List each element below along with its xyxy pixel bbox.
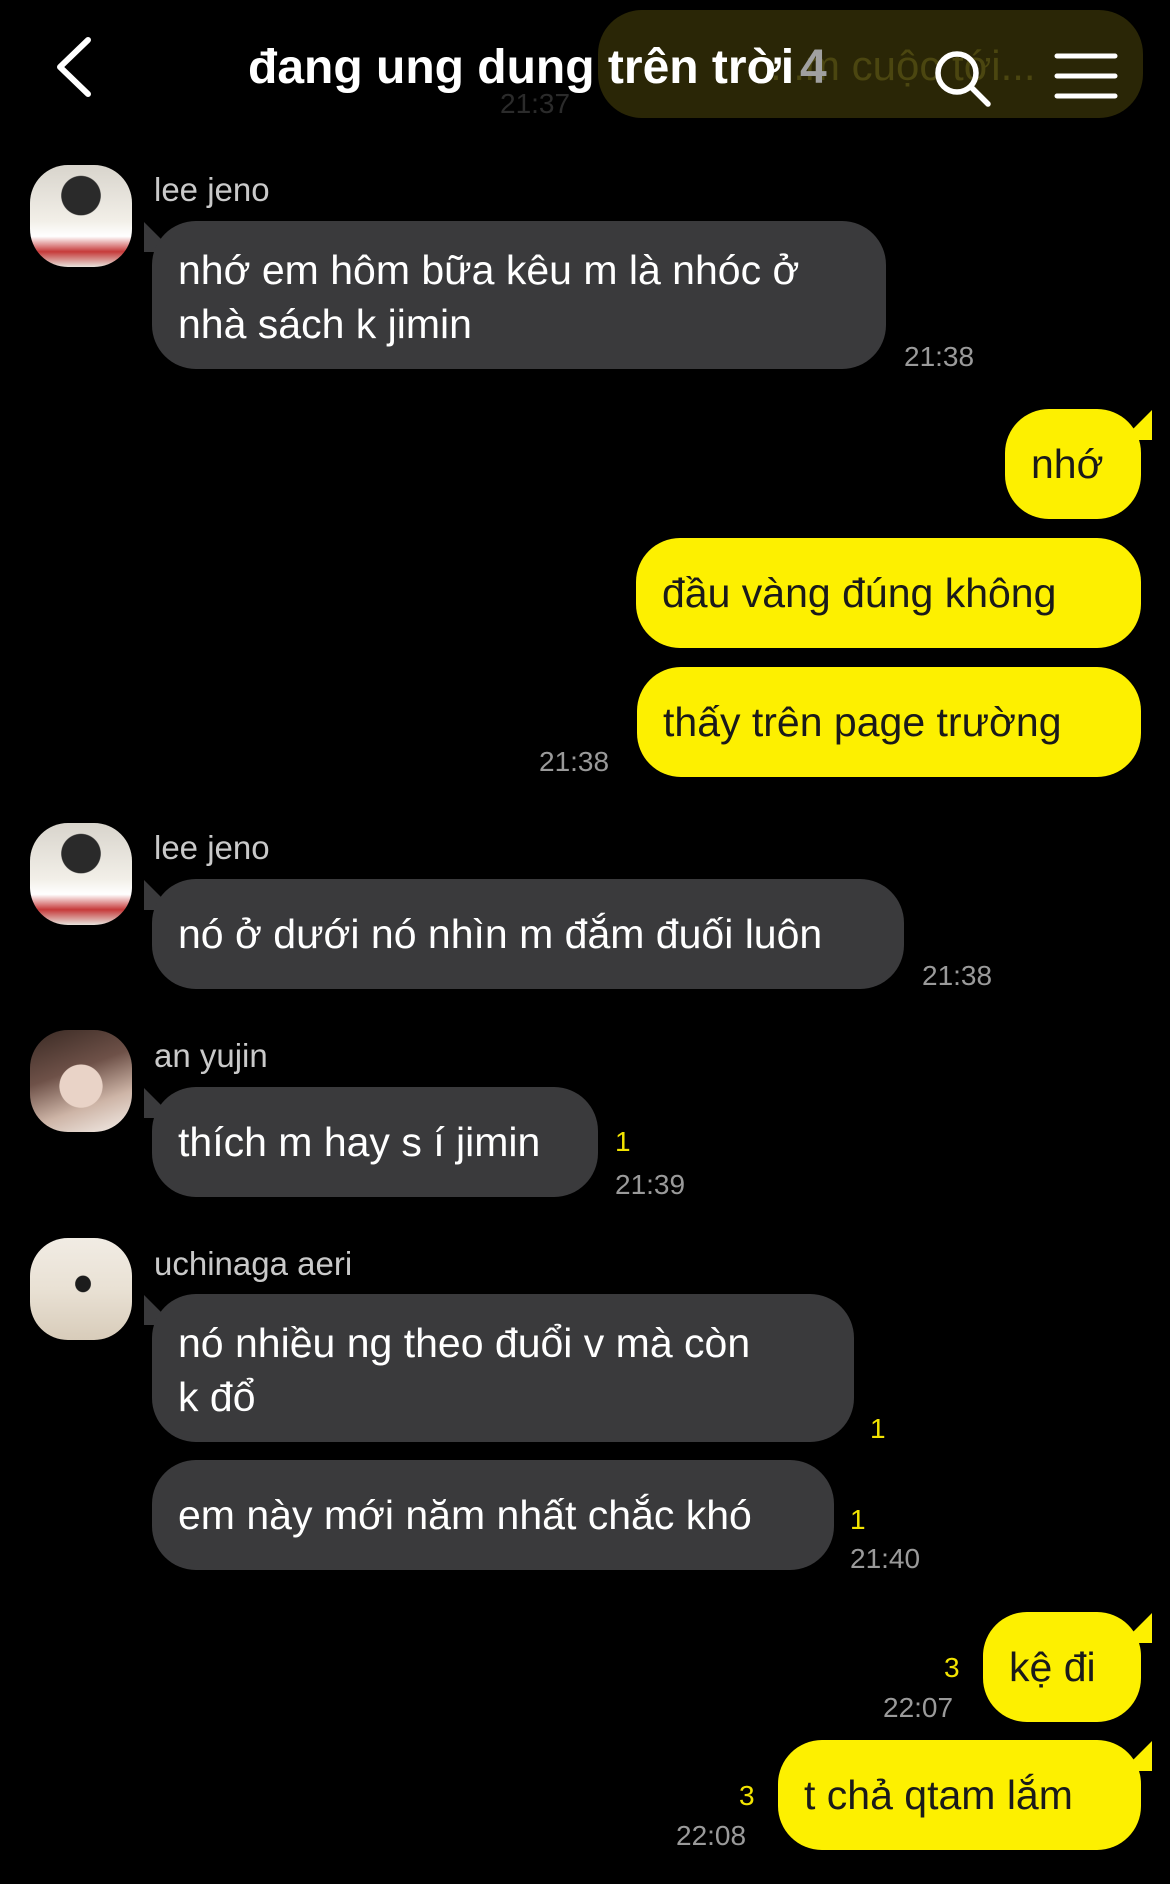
outgoing-message-bubble[interactable]: t chả qtam lắm xyxy=(778,1740,1141,1850)
message-time: 21:40 xyxy=(850,1543,921,1574)
message-line: nhớ em hôm bữa kêu m là nhóc ở xyxy=(178,247,800,293)
sender-name: an yujin xyxy=(154,1037,268,1074)
unread-count: 1 xyxy=(615,1126,631,1157)
outgoing-message-bubble[interactable]: đầu vàng đúng không xyxy=(636,538,1141,648)
outgoing-message-bubble[interactable]: thấy trên page trường xyxy=(637,667,1141,777)
message-text: nó ở dưới nó nhìn m đắm đuối luôn xyxy=(178,911,823,957)
message-text: t chả qtam lắm xyxy=(804,1772,1073,1818)
chevron-left-icon xyxy=(57,37,91,97)
sender-name: lee jeno xyxy=(154,171,270,208)
message-line: k đổ xyxy=(178,1374,256,1420)
message-text: kệ đi xyxy=(1009,1644,1096,1690)
avatar-lee-jeno[interactable] xyxy=(30,165,132,267)
outgoing-message-bubble[interactable]: kệ đi xyxy=(983,1612,1141,1722)
message-text: đầu vàng đúng không xyxy=(662,570,1057,616)
message-time: 21:39 xyxy=(615,1169,686,1200)
hamburger-menu-icon xyxy=(1054,53,1118,99)
avatar-uchinaga-aeri[interactable] xyxy=(30,1238,132,1340)
message-text: thích m hay s í jimin xyxy=(178,1119,541,1165)
message-line: nhà sách k jimin xyxy=(178,301,472,347)
message-time: 22:08 xyxy=(676,1820,747,1851)
message-text: nhớ xyxy=(1031,441,1104,487)
avatar-lee-jeno[interactable] xyxy=(30,823,132,925)
unread-count: 3 xyxy=(739,1780,755,1811)
message-line: nó nhiều ng theo đuổi v mà còn xyxy=(178,1320,751,1366)
sender-name: uchinaga aeri xyxy=(154,1245,353,1282)
incoming-message-bubble[interactable]: nó ở dưới nó nhìn m đắm đuối luôn xyxy=(152,879,904,989)
incoming-message-bubble[interactable]: nhớ em hôm bữa kêu m là nhóc ở nhà sách … xyxy=(152,221,886,369)
unread-count: 1 xyxy=(870,1413,886,1444)
incoming-message-bubble[interactable]: nó nhiều ng theo đuổi v mà còn k đổ xyxy=(152,1294,854,1442)
message-time: 21:38 xyxy=(922,960,993,991)
chat-title-text: đang ung dung trên trời xyxy=(248,41,795,94)
incoming-message-bubble[interactable]: em này mới năm nhất chắc khó xyxy=(152,1460,834,1570)
chat-title: đang ung dung trên trời 4 xyxy=(248,40,827,95)
message-text: em này mới năm nhất chắc khó xyxy=(178,1492,752,1538)
incoming-message-bubble[interactable]: thích m hay s í jimin xyxy=(152,1087,598,1197)
unread-count: 3 xyxy=(944,1652,960,1683)
outgoing-message-bubble[interactable]: nhớ xyxy=(1005,409,1141,519)
search-button[interactable] xyxy=(930,46,994,110)
avatar-an-yujin[interactable] xyxy=(30,1030,132,1132)
menu-button[interactable] xyxy=(1054,52,1118,100)
sender-name: lee jeno xyxy=(154,829,270,866)
back-button[interactable] xyxy=(50,34,110,100)
message-time: 22:07 xyxy=(883,1692,954,1723)
member-count: 4 xyxy=(800,41,827,94)
message-text: thấy trên page trường xyxy=(663,699,1062,745)
message-time: 21:38 xyxy=(904,341,975,372)
unread-count: 1 xyxy=(850,1504,866,1535)
search-icon xyxy=(935,51,991,107)
chat-screen: ...m cuộc tới... 21:37 đang ung dung trê… xyxy=(0,0,1170,1884)
chat-header: ...m cuộc tới... 21:37 đang ung dung trê… xyxy=(0,0,1170,140)
message-time: 21:38 xyxy=(539,746,610,777)
